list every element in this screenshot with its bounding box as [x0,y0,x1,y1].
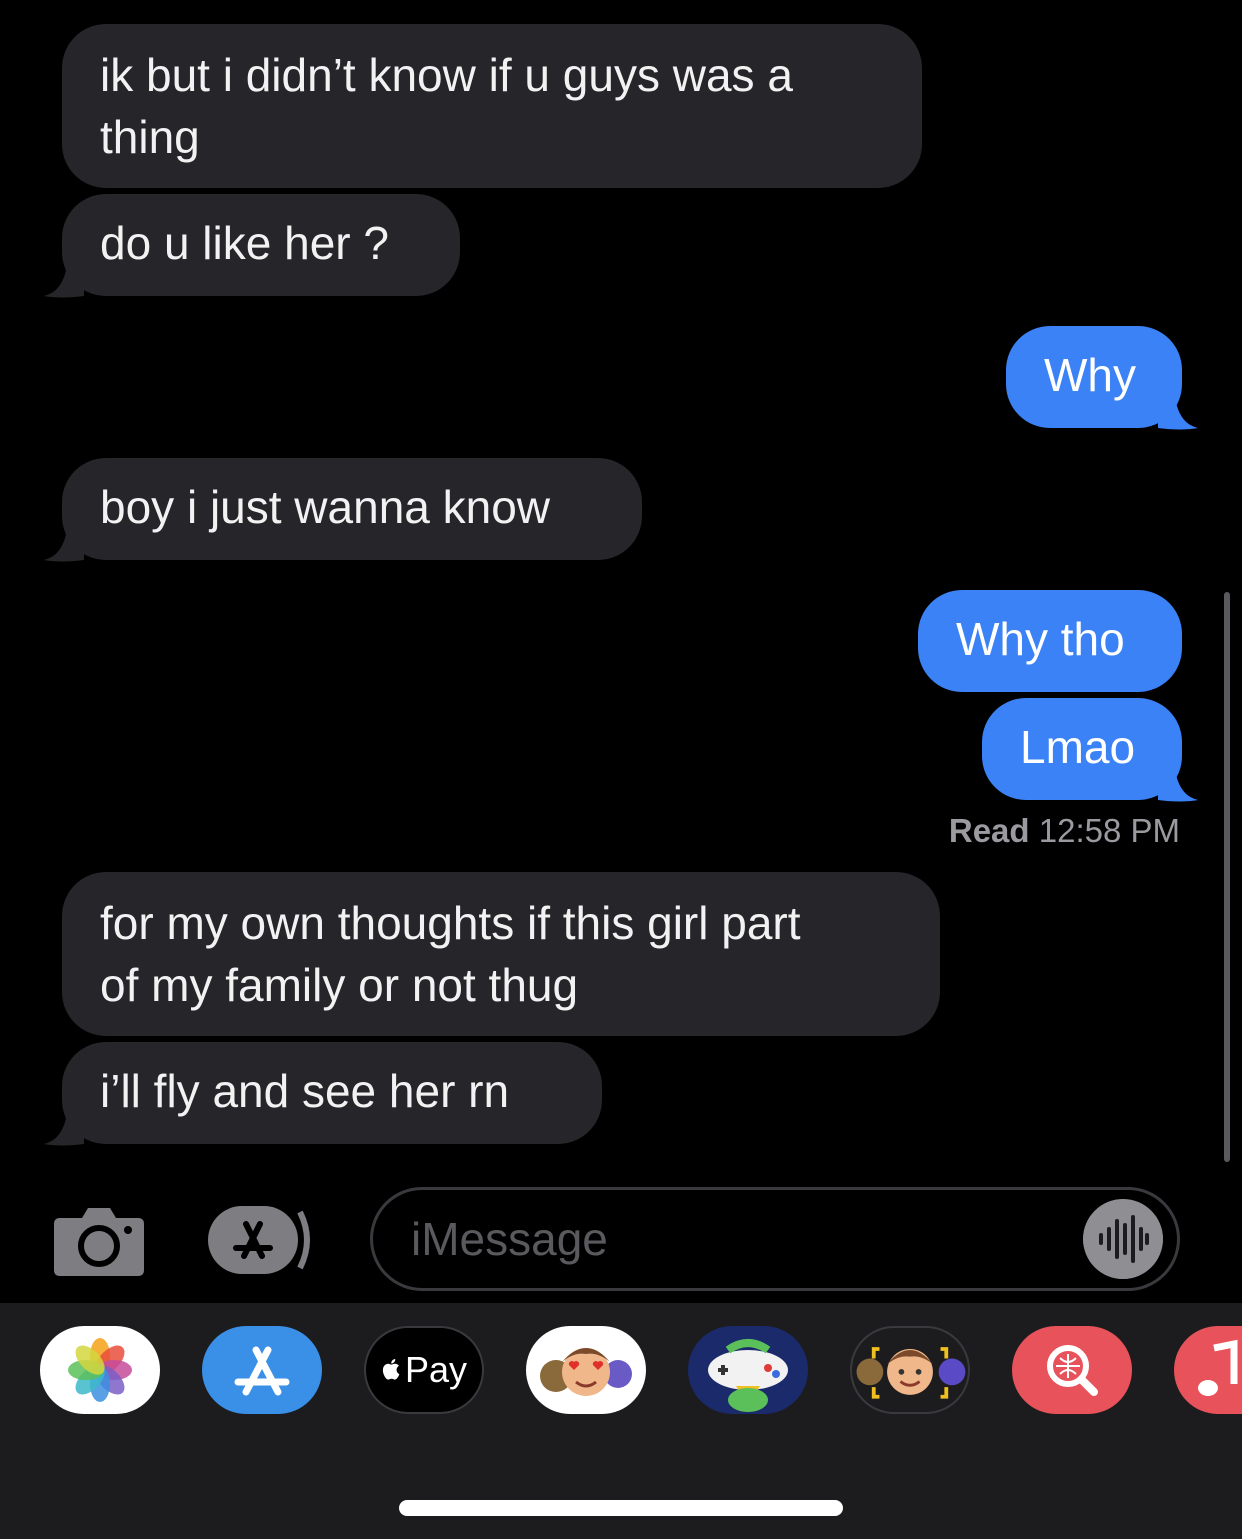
app-store-icon[interactable] [202,1326,322,1414]
bubble-tail [1158,762,1198,802]
message-text: of my family or not thug [100,959,579,1011]
message-bubble-sent[interactable]: Why [1006,326,1182,428]
web-search-icon[interactable] [1012,1326,1132,1414]
message-bubble-received[interactable]: ik but i didn’t know if u guys was a thi… [62,24,922,188]
message-bubble-received[interactable]: for my own thoughts if this girl part of… [62,872,940,1036]
message-text: thing [100,111,200,163]
memoji-stickers-icon[interactable] [526,1326,646,1414]
read-label: Read [948,812,1030,849]
apple-logo-icon [382,1359,400,1380]
message-bubble-received[interactable]: do u like her ? [62,194,460,296]
apple-pay-icon[interactable]: Pay [364,1326,484,1414]
bubble-tail [1158,390,1198,430]
message-bubble-received[interactable]: boy i just wanna know [62,458,642,560]
message-bubble-sent[interactable]: Why tho [918,590,1182,692]
message-bubble-received[interactable]: i’ll fly and see her rn [62,1042,602,1144]
home-indicator[interactable] [399,1500,843,1516]
message-text: Why [1044,349,1136,401]
apple-pay-label: Pay [404,1349,468,1390]
message-text: i’ll fly and see her rn [100,1065,510,1117]
message-text: for my own thoughts if this girl part [100,897,801,949]
message-text: Lmao [1020,721,1136,773]
audio-waveform-icon[interactable] [1083,1199,1163,1279]
photos-icon[interactable] [40,1326,160,1414]
message-input-placeholder: iMessage [411,1213,608,1265]
camera-icon[interactable] [54,1204,144,1276]
read-receipt: Read 12:58 PM [949,812,1180,850]
bubble-tail [44,1106,84,1146]
memoji-icon[interactable] [850,1326,970,1414]
scrollbar[interactable] [1224,592,1230,1162]
message-input[interactable]: iMessage [370,1187,1180,1291]
message-text: boy i just wanna know [100,481,551,533]
message-text: ik but i didn’t know if u guys was a [100,49,793,101]
message-bubble-sent[interactable]: Lmao [982,698,1182,800]
app-store-icon[interactable] [208,1202,320,1278]
bubble-tail [44,258,84,298]
read-time: 12:58 PM [1038,812,1180,849]
bubble-tail [44,522,84,562]
game-pigeon-icon[interactable] [688,1326,808,1414]
message-text: do u like her ? [100,217,389,269]
message-text: Why tho [956,613,1125,665]
